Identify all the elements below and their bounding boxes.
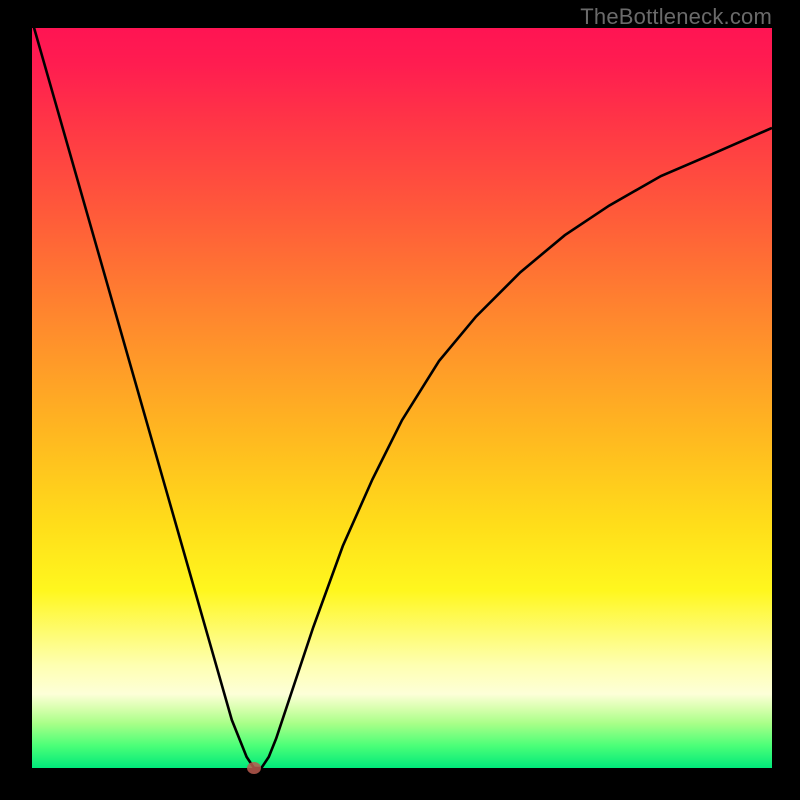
curve-svg <box>32 28 772 768</box>
plot-area <box>32 28 772 768</box>
watermark-text: TheBottleneck.com <box>580 4 772 30</box>
minimum-point-marker <box>247 762 261 774</box>
bottleneck-curve-path <box>32 21 772 768</box>
chart-container: TheBottleneck.com <box>0 0 800 800</box>
